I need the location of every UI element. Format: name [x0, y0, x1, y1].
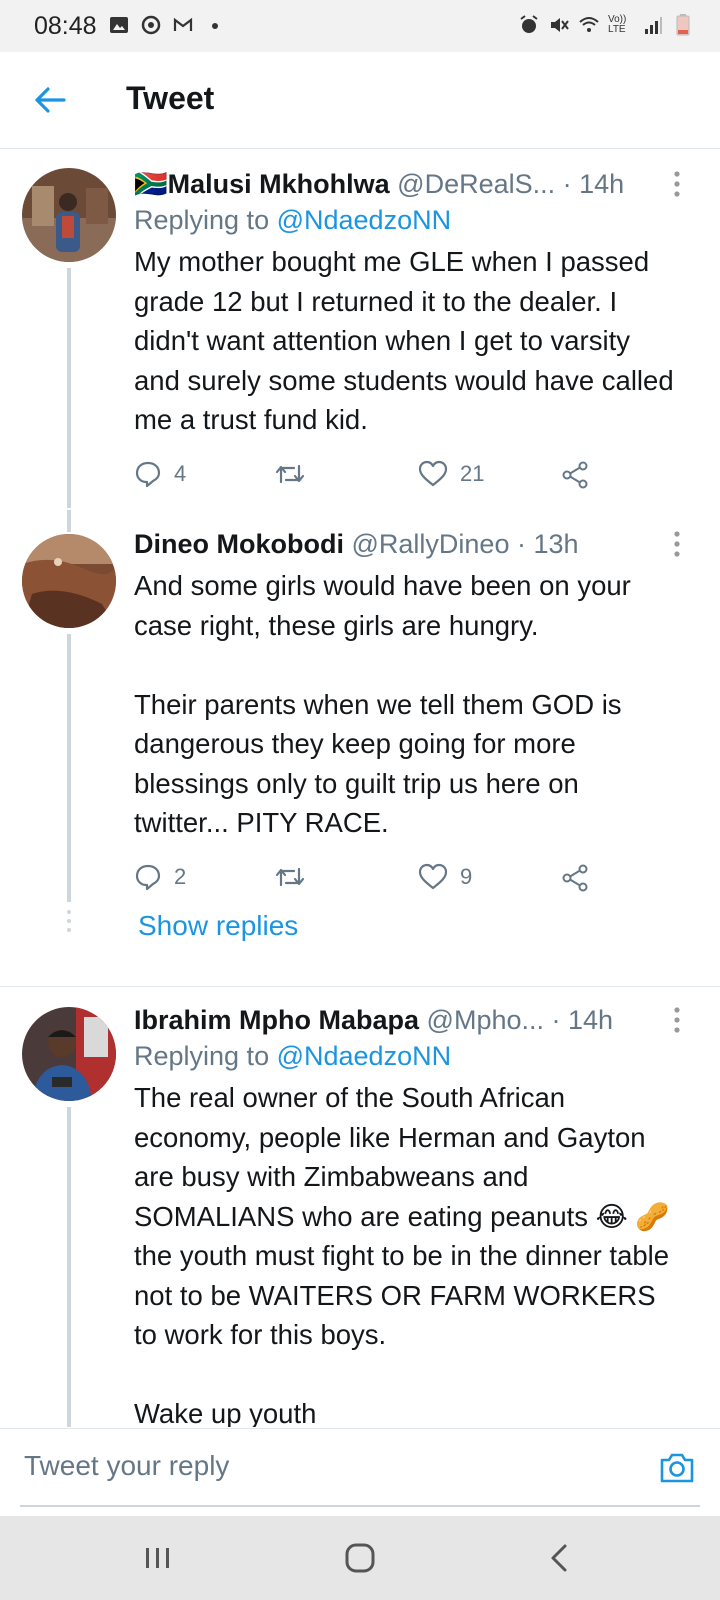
back-nav-icon[interactable]: [540, 1538, 580, 1578]
tweet-text: My mother bought me GLE when I passed gr…: [134, 246, 682, 435]
share-button[interactable]: [560, 460, 590, 490]
replying-to-handle[interactable]: @NdaedzoNN: [277, 1041, 452, 1071]
reply-button[interactable]: 2: [134, 863, 186, 891]
thread-dots: [64, 908, 74, 938]
heart-icon: [418, 863, 448, 889]
tweet-time: · 13h: [509, 529, 579, 559]
retweet-icon: [275, 464, 305, 483]
more-options-icon[interactable]: [662, 1004, 692, 1038]
camera-icon[interactable]: [658, 1449, 696, 1487]
tweet-text: The real owner of the South African econ…: [134, 1082, 670, 1427]
avatar[interactable]: [22, 168, 116, 262]
author-name[interactable]: Dineo Mokobodi: [134, 529, 344, 559]
recent-apps-icon[interactable]: [138, 1538, 178, 1578]
reply-icon: [135, 864, 161, 890]
tweet-time: · 14h: [555, 169, 625, 199]
sync-icon: [141, 15, 161, 35]
home-icon[interactable]: [340, 1538, 380, 1578]
tweet-actions: 2 9: [134, 863, 680, 903]
notification-icons: [108, 14, 226, 36]
share-button[interactable]: [560, 863, 590, 893]
wifi-icon: [579, 17, 599, 32]
back-arrow-icon[interactable]: [30, 82, 70, 118]
retweet-button[interactable]: [274, 863, 318, 891]
tweet-header: Ibrahim Mpho Mabapa @Mpho... · 14h: [134, 1004, 680, 1036]
reply-count: 2: [174, 863, 187, 889]
dot-icon: [212, 23, 218, 29]
tweet-actions: 4 21: [134, 460, 680, 500]
app-header: Tweet: [0, 52, 720, 149]
tweet-body: 🇿🇦Malusi Mkhohlwa @DeRealS... · 14h Repl…: [134, 168, 680, 500]
author-name[interactable]: Ibrahim Mpho Mabapa: [134, 1005, 419, 1035]
avatar[interactable]: [22, 534, 116, 628]
thread-line-top: [67, 510, 71, 532]
system-nav-bar: [0, 1516, 720, 1600]
thread-line: [67, 634, 71, 902]
like-count: 9: [460, 863, 473, 889]
page-title: Tweet: [126, 80, 215, 116]
reply-count: 4: [174, 460, 187, 486]
more-options-icon[interactable]: [662, 528, 692, 562]
author-handle[interactable]: @Mpho...: [427, 1005, 544, 1035]
tweet-body: Dineo Mokobodi @RallyDineo · 13h And som…: [134, 528, 680, 903]
share-icon: [562, 864, 588, 891]
tweet-header: Dineo Mokobodi @RallyDineo · 13h: [134, 528, 680, 560]
reply-composer: [0, 1428, 720, 1517]
reply-input-underline: [20, 1505, 700, 1507]
status-bar: 08:48 Vo)) LTE: [0, 0, 720, 52]
retweet-button[interactable]: [274, 460, 318, 488]
tweet-body: Ibrahim Mpho Mabapa @Mpho... · 14h Reply…: [134, 1004, 680, 1427]
signal-icon: [645, 17, 662, 34]
system-icons: Vo)) LTE: [518, 14, 694, 36]
tweet-1[interactable]: 🇿🇦Malusi Mkhohlwa @DeRealS... · 14h Repl…: [0, 148, 720, 510]
author-handle[interactable]: @DeRealS...: [397, 169, 555, 199]
replying-to: Replying to @NdaedzoNN: [134, 1036, 680, 1076]
share-icon: [562, 461, 588, 488]
replying-to-label: Replying to: [134, 1041, 277, 1071]
reply-button[interactable]: 4: [134, 460, 186, 488]
tweet-2[interactable]: Dineo Mokobodi @RallyDineo · 13h And som…: [0, 510, 720, 965]
author-handle[interactable]: @RallyDineo: [352, 529, 510, 559]
battery-icon: [676, 14, 690, 36]
thread-line: [67, 1107, 71, 1427]
replying-to-label: Replying to: [134, 205, 277, 235]
thread-line: [67, 268, 71, 508]
tweet-3[interactable]: Ibrahim Mpho Mabapa @Mpho... · 14h Reply…: [0, 987, 720, 1427]
replying-to: Replying to @NdaedzoNN: [134, 200, 680, 240]
reply-input[interactable]: [22, 1439, 626, 1493]
status-time: 08:48: [34, 12, 97, 40]
flag-emoji: 🇿🇦: [134, 169, 168, 199]
like-count: 21: [460, 460, 485, 486]
gmail-icon: [173, 17, 193, 31]
reply-icon: [135, 461, 161, 487]
avatar[interactable]: [22, 1007, 116, 1101]
like-button[interactable]: 9: [418, 863, 472, 891]
image-icon: [110, 17, 128, 33]
tweet-time: · 14h: [544, 1005, 614, 1035]
author-name[interactable]: Malusi Mkhohlwa: [168, 169, 390, 199]
replying-to-handle[interactable]: @NdaedzoNN: [277, 205, 452, 235]
tweet-text: And some girls would have been on your c…: [134, 570, 631, 838]
mute-icon: [551, 18, 569, 32]
alarm-icon: [520, 15, 538, 33]
volte-icon: Vo)) LTE: [608, 14, 627, 35]
heart-icon: [418, 460, 448, 486]
show-replies-link[interactable]: Show replies: [138, 910, 298, 942]
tweet-header: 🇿🇦Malusi Mkhohlwa @DeRealS... · 14h: [134, 168, 680, 200]
like-button[interactable]: 21: [418, 460, 484, 488]
more-options-icon[interactable]: [662, 168, 692, 202]
retweet-icon: [275, 867, 305, 886]
